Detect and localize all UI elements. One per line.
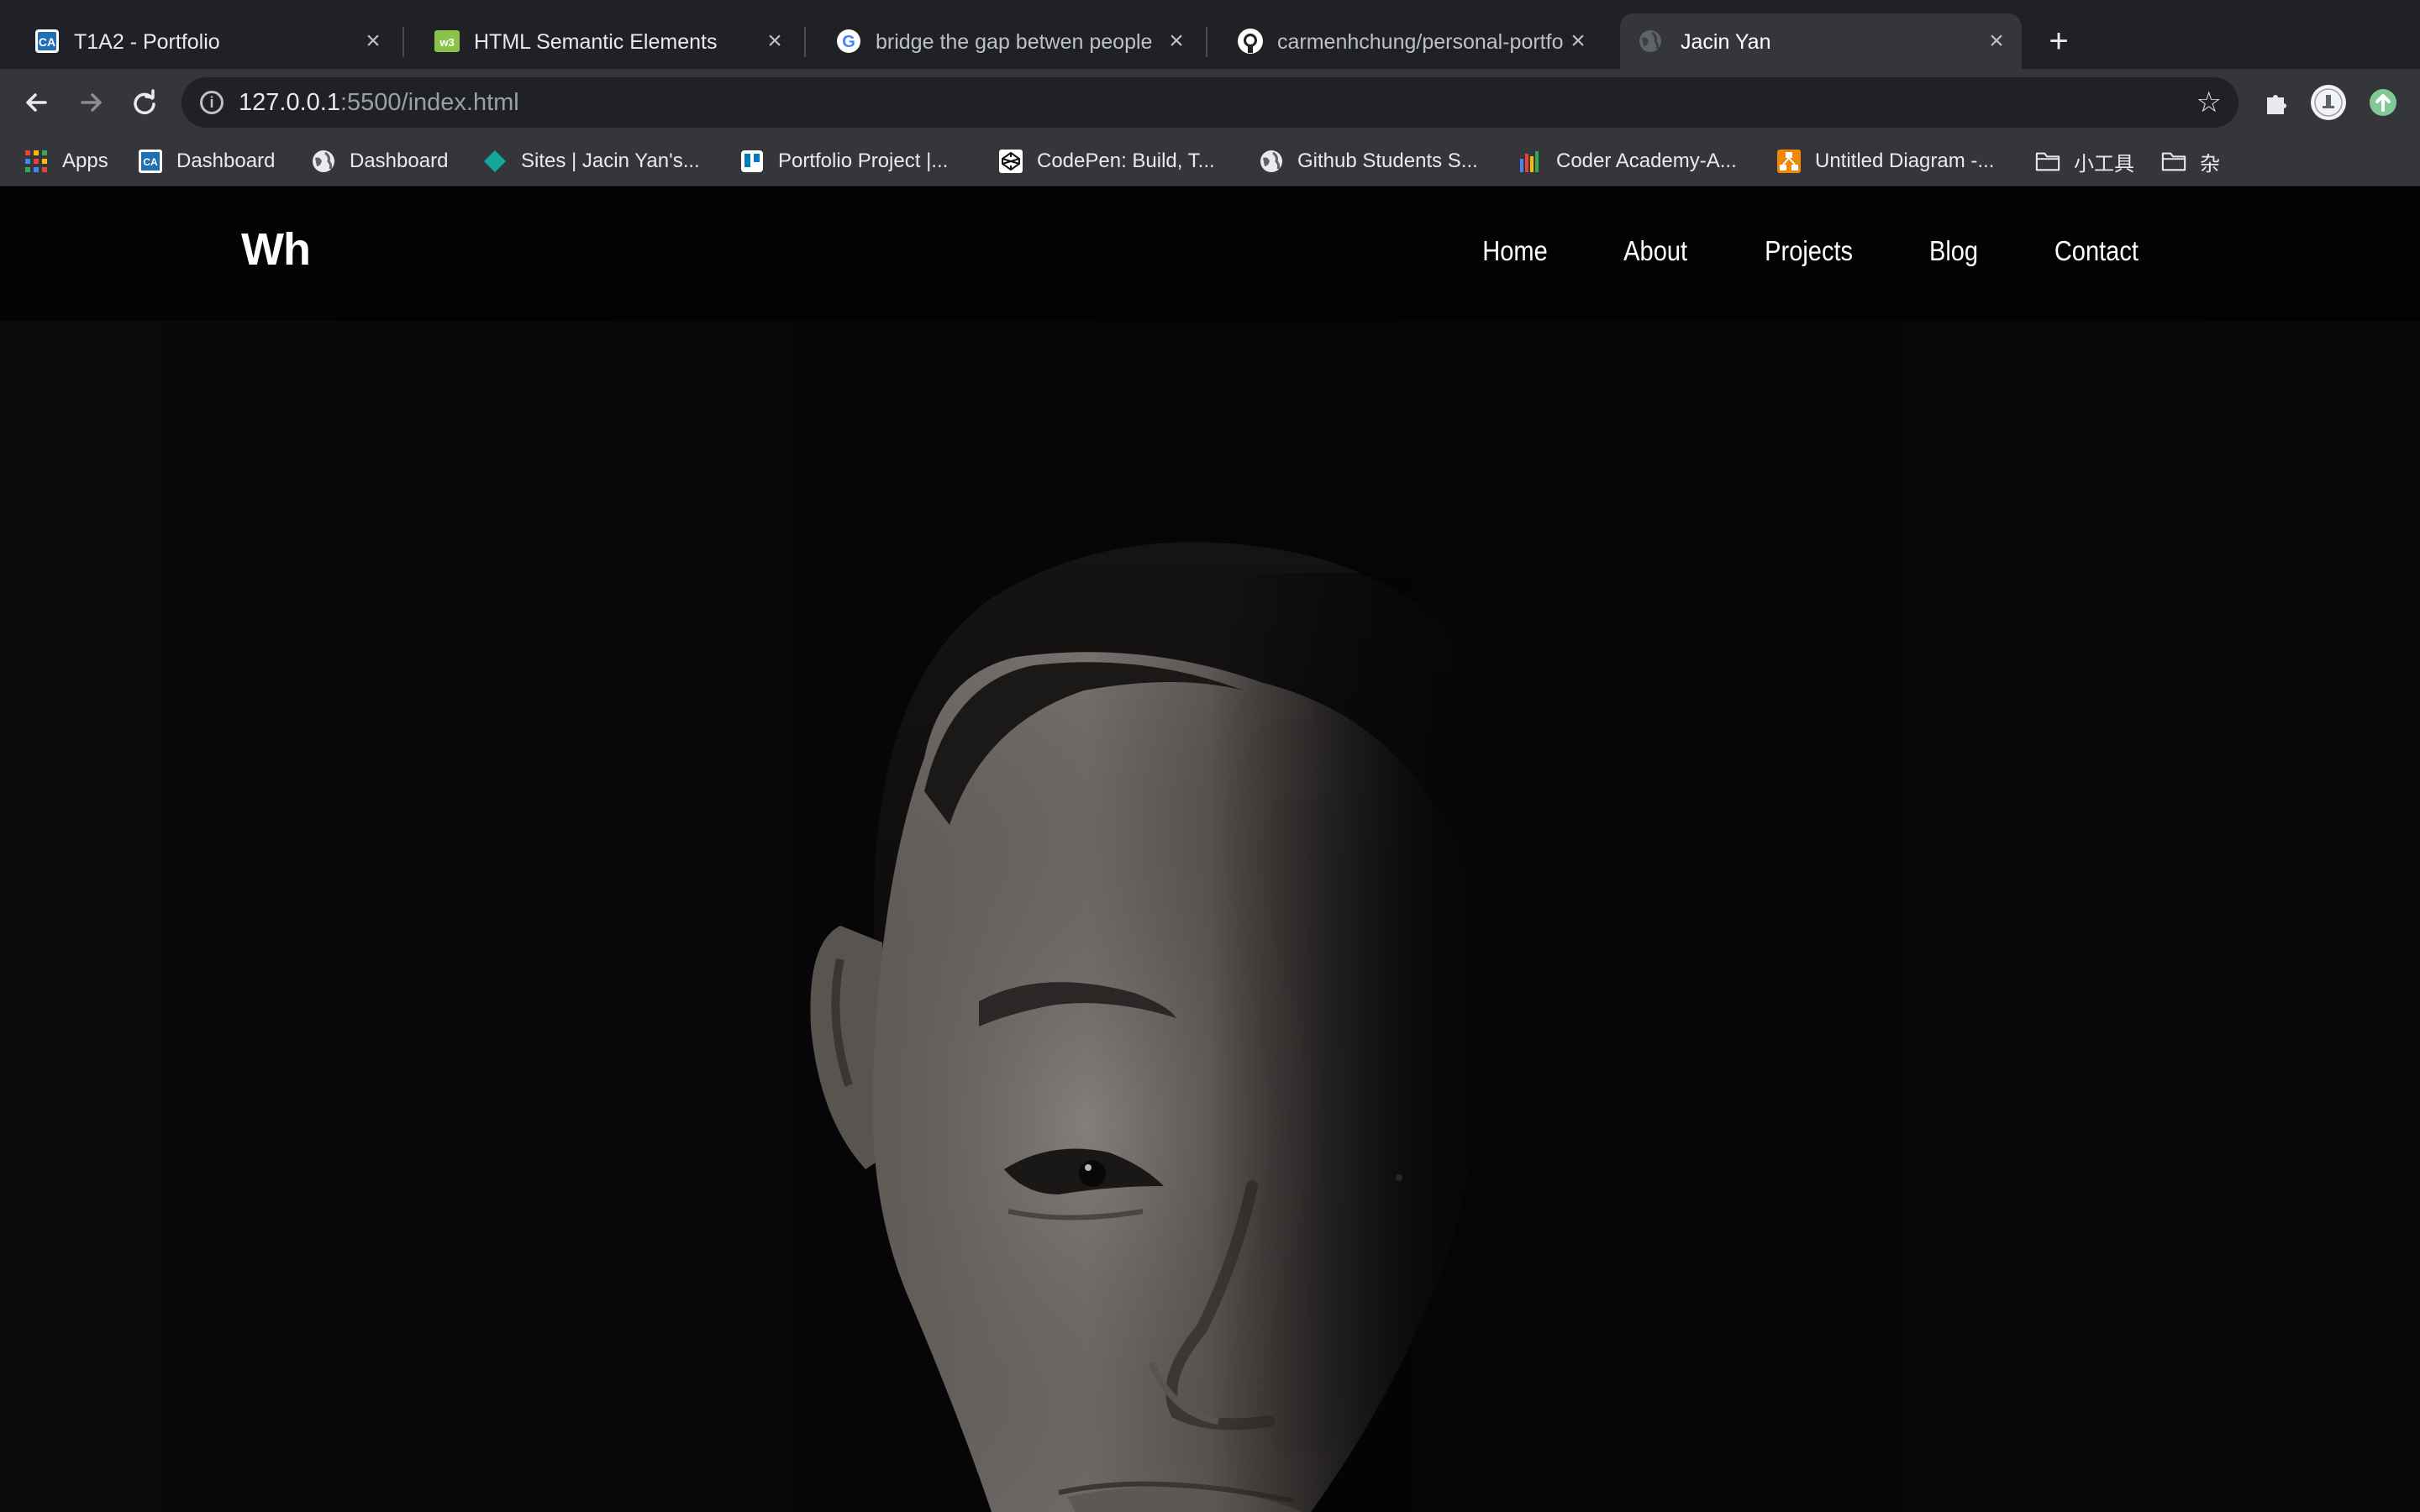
nav-link-home[interactable]: Home xyxy=(1482,235,1547,267)
nav-link-contact[interactable]: Contact xyxy=(2054,235,2139,267)
new-tab-button[interactable]: + xyxy=(2042,24,2075,59)
extensions-puzzle-icon[interactable] xyxy=(2257,84,2294,121)
nav-link-about[interactable]: About xyxy=(1623,235,1687,267)
url-path: :5500/index.html xyxy=(339,89,519,116)
bookmark-label: Dashboard xyxy=(350,150,449,172)
coder-academy-icon: CA xyxy=(138,149,163,174)
bookmark-label: Apps xyxy=(62,150,108,172)
google-icon: G xyxy=(835,28,862,55)
close-icon[interactable]: × xyxy=(1983,28,2010,55)
tab-title: carmenhchung/personal-portfolio xyxy=(1277,30,1563,54)
bookmark-star-icon[interactable]: ☆ xyxy=(2196,86,2222,119)
profile-avatar[interactable] xyxy=(2310,84,2347,121)
w3schools-icon: w3 xyxy=(434,28,460,55)
google-sites-icon xyxy=(482,149,508,174)
chart-icon xyxy=(1518,149,1543,174)
folder-icon xyxy=(2161,149,2186,174)
address-url[interactable]: 127.0.0.1:5500/index.html xyxy=(239,89,519,116)
close-icon[interactable]: × xyxy=(360,28,387,55)
svg-text:CA: CA xyxy=(143,156,158,168)
hero-section xyxy=(0,321,2420,1512)
drawio-icon xyxy=(1776,149,1802,174)
bookmark-label: Portfolio Project |... xyxy=(778,150,949,172)
bookmark-portfolio-project[interactable]: Portfolio Project |... xyxy=(739,146,948,176)
arrow-left-icon xyxy=(26,93,47,112)
bookmark-label: Untitled Diagram -... xyxy=(1815,150,1995,172)
globe-icon xyxy=(311,149,336,174)
bookmark-label: Coder Academy-A... xyxy=(1556,150,1737,172)
bookmark-label: 小工具 xyxy=(2074,151,2134,176)
tab-google-search[interactable]: G bridge the gap betwen people × xyxy=(805,13,1207,69)
site-nav: Home About Projects Blog Contact xyxy=(1411,235,2144,267)
bookmark-coder-academy[interactable]: Coder Academy-A... xyxy=(1518,146,1737,176)
bookmark-label: Dashboard xyxy=(176,150,276,172)
site-header: Wh Home About Projects Blog Contact xyxy=(0,186,2420,321)
reload-button[interactable] xyxy=(126,84,163,121)
update-arrow-icon[interactable] xyxy=(2365,84,2402,121)
address-bar[interactable]: i 127.0.0.1:5500/index.html ☆ xyxy=(182,77,2238,128)
bookmark-label: CodePen: Build, T... xyxy=(1037,150,1215,172)
tab-title: Jacin Yan xyxy=(1681,30,1771,54)
bookmark-folder-misc[interactable]: 杂 xyxy=(2161,146,2220,176)
codepen-icon xyxy=(998,149,1023,174)
web-page: Wh Home About Projects Blog Contact xyxy=(0,186,2420,1512)
tab-strip: CA T1A2 - Portfolio × w3 HTML Semantic E… xyxy=(0,0,2420,79)
trello-icon xyxy=(739,149,765,174)
bookmark-dashboard-globe[interactable]: Dashboard xyxy=(311,146,448,176)
bookmark-label: Sites | Jacin Yan's... xyxy=(521,150,700,172)
apps-grid-icon xyxy=(24,149,49,174)
url-host: 127.0.0.1 xyxy=(239,89,340,116)
globe-icon xyxy=(1259,149,1284,174)
bookmark-dashboard-coder[interactable]: CA Dashboard xyxy=(138,146,275,176)
close-icon[interactable]: × xyxy=(761,28,788,55)
tab-t1a2-portfolio[interactable]: CA T1A2 - Portfolio × xyxy=(0,13,404,69)
reload-icon xyxy=(134,89,155,115)
svg-text:CA: CA xyxy=(39,35,55,49)
forward-button[interactable] xyxy=(72,84,109,121)
folder-icon xyxy=(2035,149,2060,174)
back-button[interactable] xyxy=(18,84,55,121)
arrow-right-icon xyxy=(81,93,102,112)
nav-link-blog[interactable]: Blog xyxy=(1929,235,1978,267)
coder-academy-icon: CA xyxy=(34,28,60,55)
github-icon xyxy=(1237,28,1264,55)
tab-title: T1A2 - Portfolio xyxy=(74,30,220,54)
tab-jacin-yan[interactable]: Jacin Yan × xyxy=(1620,13,2022,69)
tab-title: HTML Semantic Elements xyxy=(474,30,718,54)
bookmark-apps[interactable]: Apps xyxy=(24,146,108,176)
tab-html-semantic-elements[interactable]: w3 HTML Semantic Elements × xyxy=(403,13,806,69)
hero-portrait-image xyxy=(0,321,2420,1512)
svg-text:G: G xyxy=(842,33,855,51)
close-icon[interactable]: × xyxy=(1163,28,1190,55)
bookmark-label: Github Students S... xyxy=(1297,150,1478,172)
site-logo[interactable]: Wh xyxy=(241,223,311,276)
bookmark-label: 杂 xyxy=(2200,151,2220,176)
bookmark-sites[interactable]: Sites | Jacin Yan's... xyxy=(482,146,700,176)
svg-text:w3: w3 xyxy=(439,36,454,49)
info-icon[interactable]: i xyxy=(200,91,224,114)
bookmark-untitled-diagram[interactable]: Untitled Diagram -... xyxy=(1776,146,1994,176)
tab-github-portfolio[interactable]: carmenhchung/personal-portfolio × xyxy=(1207,13,1608,69)
nav-link-projects[interactable]: Projects xyxy=(1765,235,1853,267)
browser-toolbar: i 127.0.0.1:5500/index.html ☆ xyxy=(0,69,2420,136)
bookmark-codepen[interactable]: CodePen: Build, T... xyxy=(998,146,1215,176)
tab-title: bridge the gap betwen people xyxy=(876,30,1153,54)
bookmark-folder-tools[interactable]: 小工具 xyxy=(2035,146,2134,176)
globe-icon xyxy=(1637,28,1664,55)
close-icon[interactable]: × xyxy=(1565,28,1591,55)
bookmark-github-students[interactable]: Github Students S... xyxy=(1259,146,1478,176)
bookmarks-bar: Apps CA Dashboard Dashboard Sites | Jaci… xyxy=(0,136,2420,186)
